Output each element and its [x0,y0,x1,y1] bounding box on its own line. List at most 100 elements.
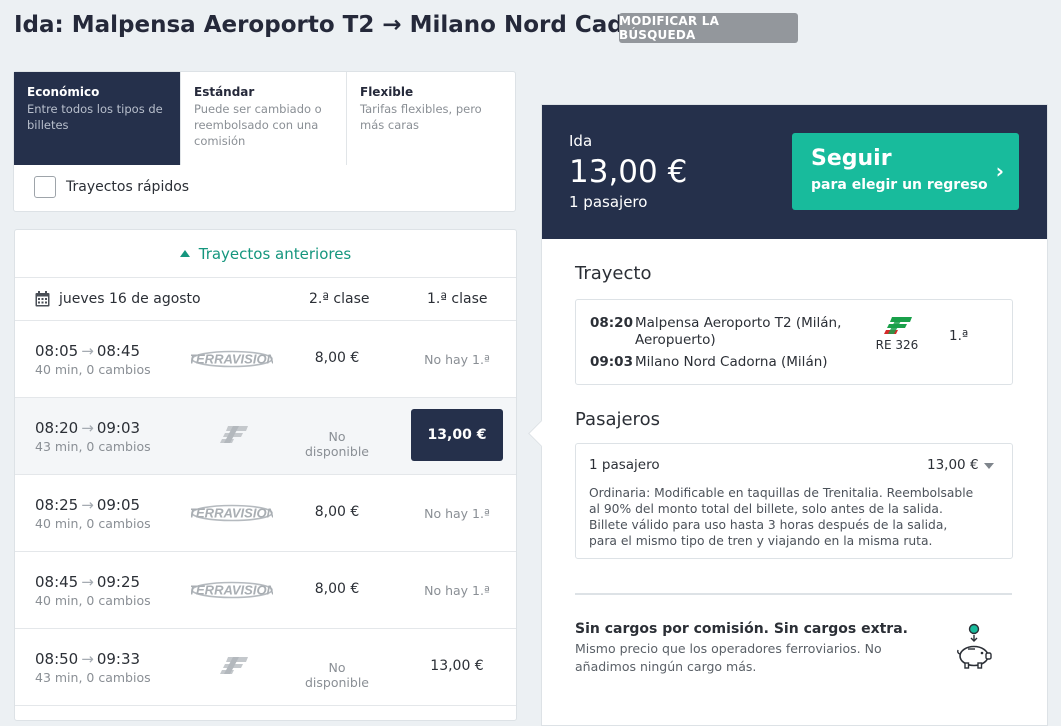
continue-button[interactable]: Seguir para elegir un regreso › [792,133,1019,210]
fare-name: Económico [27,85,100,99]
first-class-header: 1.ª clase [427,291,488,307]
passenger-count: 1 pasajero [589,457,660,473]
trip-row[interactable]: 08:05 → 08:45 40 min, 0 cambios TERRAVISION 8… [15,321,516,398]
second-class-header: 2.ª clase [309,291,370,307]
arrow-right-icon: → [81,650,94,668]
first-class-price: No hay 1.ª [424,583,490,598]
trip-row[interactable]: 08:45 → 09:25 40 min, 0 cambios TERRAVISION 8… [15,552,516,629]
no-fees-description: Mismo precio que los operadores ferrovia… [575,641,882,674]
fare-desc: Puede ser cambiado o reembolsado con una… [194,102,322,148]
first-class-price[interactable]: 13,00 € [411,409,503,461]
second-class-price: No disponible [305,660,369,690]
trip-duration: 40 min, 0 cambios [35,362,151,377]
trip-duration: 43 min, 0 cambios [35,439,151,454]
departure-time: 08:45 [35,573,79,591]
terravision-logo-icon: TERRAVISION [191,350,273,368]
second-class-price: No disponible [305,429,369,459]
booking-summary: Ida 13,00 € 1 pasajero Seguir para elegi… [528,104,1048,726]
svg-text:TERRAVISION: TERRAVISION [191,583,273,598]
fare-tab-flexible[interactable]: Flexible Tarifas flexibles, pero más car… [347,72,515,165]
summary-passengers: 1 pasajero [569,193,648,211]
fare-desc: Entre todos los tipos de billetes [27,102,163,132]
previous-trips-label: Trayectos anteriores [198,244,352,263]
trip-duration: 40 min, 0 cambios [35,593,151,608]
departure-time: 08:20 [35,419,79,437]
trenitalia-logo-icon [220,426,248,443]
passengers-section-title: Pasajeros [575,409,660,430]
trenitalia-logo-icon [220,657,248,674]
arrow-right-icon: → [81,419,94,437]
page-title: Ida: Malpensa Aeroporto T2 → Milano Nord… [14,12,683,38]
fare-desc: Tarifas flexibles, pero más caras [360,102,482,132]
trip-section-title: Trayecto [575,263,652,284]
trip-times: 08:20 → 09:03 [35,419,140,437]
modify-search-button[interactable]: MODIFICAR LA BÚSQUEDA [619,13,798,43]
selection-pointer [528,420,555,447]
second-class-price[interactable]: 8,00 € [297,581,377,597]
departure-time: 08:05 [35,342,79,360]
segment-departure-time: 08:20 [590,315,633,331]
first-class-price[interactable]: 13,00 € [411,658,503,674]
caret-up-icon [179,250,190,257]
date-label: jueves 16 de agosto [59,291,201,307]
arrow-right-icon: → [81,496,94,514]
passenger-price: 13,00 € [927,457,979,473]
segment-class: 1.ª [949,328,969,344]
fare-tab-estandar[interactable]: Estándar Puede ser cambiado o reembolsad… [181,72,347,165]
second-class-price[interactable]: 8,00 € [297,350,377,366]
fare-selector: Económico Entre todos los tipos de bille… [13,71,516,212]
summary-direction: Ida [569,132,593,150]
trip-list: Trayectos anteriores jueves 16 de agosto… [14,229,517,721]
trip-times: 08:25 → 09:05 [35,496,140,514]
arrow-right-icon: → [81,342,94,360]
fast-trips-option[interactable]: Trayectos rápidos [34,176,189,198]
first-class-price: No hay 1.ª [424,352,490,367]
svg-text:TERRAVISION: TERRAVISION [191,352,273,367]
arrival-time: 09:25 [96,573,141,591]
no-fees-title: Sin cargos por comisión. Sin cargos extr… [575,621,908,637]
segment-departure-station: Malpensa Aeroporto T2 (Milán, Aeropuerto… [635,315,842,348]
caret-down-icon[interactable] [984,463,994,469]
trip-list-header: jueves 16 de agosto 2.ª clase 1.ª clase [15,278,516,321]
fast-trips-checkbox[interactable] [34,176,56,198]
arrival-time: 09:05 [96,496,141,514]
trip-times: 08:50 → 09:33 [35,650,140,668]
second-class-price[interactable]: 8,00 € [297,504,377,520]
arrival-time: 08:45 [96,342,141,360]
continue-title: Seguir [811,146,892,171]
calendar-icon [35,291,50,307]
segment-arrival-station: Milano Nord Cadorna (Milán) [635,354,828,370]
terravision-logo-icon: TERRAVISION [191,581,273,599]
trip-segment: 08:20 Malpensa Aeroporto T2 (Milán, Aero… [575,299,1013,385]
trip-duration: 43 min, 0 cambios [35,670,151,685]
departure-time: 08:25 [35,496,79,514]
trip-row[interactable]: 08:50 → 09:33 43 min, 0 cambios No disponibl… [15,629,516,706]
arrival-time: 09:33 [96,650,141,668]
summary-price: 13,00 € [569,154,688,190]
departure-time: 08:50 [35,650,79,668]
trip-row[interactable]: 08:20 → 09:03 43 min, 0 cambios No disponibl… [15,398,516,475]
fare-name: Flexible [360,85,414,99]
segment-train-number: RE 326 [875,338,919,352]
fare-name: Estándar [194,85,255,99]
passenger-selector[interactable]: 1 pasajero 13,00 € Ordinaria: Modificabl… [575,443,1013,559]
arrow-right-icon: → [81,573,94,591]
segment-arrival-time: 09:03 [590,354,633,370]
piggy-bank-icon [957,623,992,669]
first-class-price: No hay 1.ª [424,506,490,521]
summary-header: Ida 13,00 € 1 pasajero Seguir para elegi… [542,105,1047,239]
divider [575,593,1012,595]
trenitalia-logo-icon [884,317,912,334]
continue-subtitle: para elegir un regreso [811,177,988,193]
chevron-right-icon: › [995,159,1004,183]
svg-text:TERRAVISION: TERRAVISION [191,506,273,521]
trip-row[interactable]: 08:25 → 09:05 40 min, 0 cambios TERRAVISION 8… [15,475,516,552]
terravision-logo-icon: TERRAVISION [191,504,273,522]
trip-times: 08:45 → 09:25 [35,573,140,591]
fast-trips-label: Trayectos rápidos [66,179,190,195]
previous-trips-link[interactable]: Trayectos anteriores [15,230,516,278]
trip-duration: 40 min, 0 cambios [35,516,151,531]
fare-conditions: Ordinaria: Modificable en taquillas de T… [589,486,974,548]
fare-tab-economico[interactable]: Económico Entre todos los tipos de bille… [14,72,181,165]
arrival-time: 09:03 [96,419,141,437]
